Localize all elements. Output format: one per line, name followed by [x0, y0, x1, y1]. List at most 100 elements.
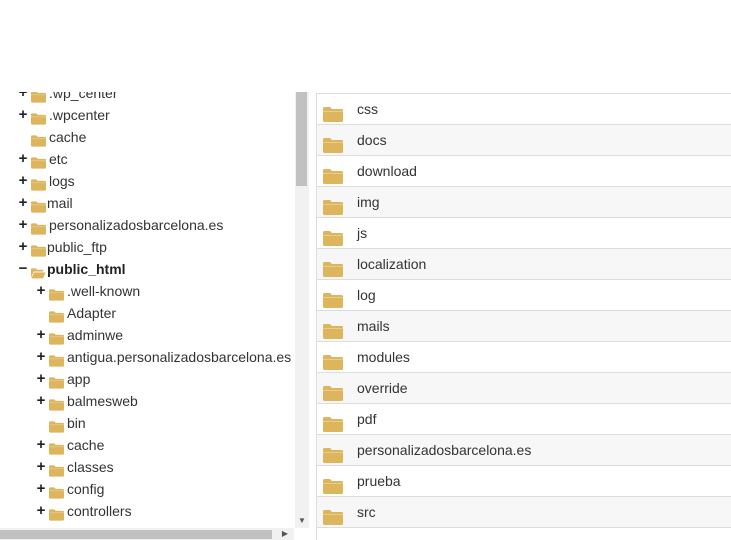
file-row[interactable]: personalizadosbarcelona.es — [317, 434, 731, 465]
file-row[interactable]: override — [317, 372, 731, 403]
expand-icon[interactable]: + — [35, 280, 47, 302]
tree-item-label: app — [67, 371, 91, 387]
tree-horizontal-scrollbar[interactable]: ▶ — [0, 528, 294, 540]
expand-icon[interactable]: + — [17, 104, 29, 126]
folder-icon — [31, 241, 46, 257]
folder-icon — [31, 197, 46, 213]
expand-icon[interactable]: + — [35, 478, 47, 500]
expand-icon[interactable]: + — [17, 92, 29, 104]
file-name: docs — [357, 132, 387, 148]
expand-icon[interactable]: + — [35, 346, 47, 368]
tree-item[interactable]: + mail — [0, 192, 294, 214]
expand-icon[interactable]: + — [17, 170, 29, 192]
expand-icon[interactable]: + — [17, 192, 29, 214]
tree-item-label: balmesweb — [67, 393, 138, 409]
file-row[interactable]: css — [317, 93, 731, 124]
file-name: modules — [357, 349, 410, 365]
folder-icon — [323, 319, 343, 339]
tree-item-label: classes — [67, 459, 114, 475]
tree-item[interactable]: + balmesweb — [0, 390, 294, 412]
folder-icon — [49, 351, 64, 367]
tree-item-label: config — [67, 481, 105, 497]
folder-icon — [323, 288, 343, 308]
folder-icon — [31, 92, 46, 103]
tree-item[interactable]: + .wpcenter — [0, 104, 294, 126]
file-name: mails — [357, 318, 390, 334]
folder-icon — [323, 412, 343, 432]
folder-icon — [323, 133, 343, 153]
file-list: css docs download img js localization log mails… — [316, 93, 731, 540]
tree-item-label: public_ftp — [47, 239, 107, 255]
file-name: localization — [357, 256, 427, 272]
tree-item[interactable]: bin — [0, 412, 294, 434]
folder-icon — [49, 373, 64, 389]
tree-vertical-scrollbar[interactable]: ▼ — [295, 92, 309, 528]
expand-icon[interactable]: + — [17, 214, 29, 236]
folder-icon — [49, 307, 64, 323]
folder-icon — [49, 395, 64, 411]
file-row[interactable]: src — [317, 496, 731, 527]
scroll-right-arrow-icon[interactable]: ▶ — [280, 528, 290, 540]
expand-icon[interactable]: + — [35, 368, 47, 390]
tree-item-label: antigua.personalizadosbarcelona.es — [67, 349, 292, 365]
collapse-icon[interactable]: − — [17, 258, 29, 280]
tree-item[interactable]: + classes — [0, 456, 294, 478]
tree-item[interactable]: + controllers — [0, 500, 294, 522]
tree-item-label: etc — [49, 151, 68, 167]
file-name: src — [357, 504, 376, 520]
tree-item[interactable]: + .well-known — [0, 280, 294, 302]
file-name: override — [357, 380, 408, 396]
file-row[interactable]: docs — [317, 124, 731, 155]
folder-icon — [49, 483, 64, 499]
file-row[interactable]: localization — [317, 248, 731, 279]
file-row[interactable]: mails — [317, 310, 731, 341]
tree-horizontal-scroll-thumb[interactable] — [0, 530, 272, 539]
tree-item[interactable]: + cache — [0, 434, 294, 456]
tree-item-label: public_html — [47, 261, 126, 277]
tree-item[interactable]: − public_html — [0, 258, 294, 280]
expand-icon[interactable]: + — [35, 456, 47, 478]
tree-item-label: controllers — [67, 503, 132, 519]
folder-icon — [49, 329, 64, 345]
file-row[interactable] — [317, 527, 731, 540]
tree-item[interactable]: + antigua.personalizadosbarcelona.es — [0, 346, 294, 368]
scroll-down-arrow-icon[interactable]: ▼ — [295, 516, 309, 526]
expand-icon[interactable]: + — [35, 434, 47, 456]
tree-item-label: bin — [67, 415, 86, 431]
folder-icon — [323, 195, 343, 215]
expand-icon[interactable]: + — [17, 148, 29, 170]
file-row[interactable]: download — [317, 155, 731, 186]
expand-icon[interactable]: + — [17, 236, 29, 258]
expand-icon[interactable]: + — [35, 500, 47, 522]
tree-item-label: cache — [49, 129, 87, 145]
tree-item[interactable]: + adminwe — [0, 324, 294, 346]
tree-item-label: Adapter — [67, 305, 117, 321]
tree-item[interactable]: + public_ftp — [0, 236, 294, 258]
folder-icon — [49, 461, 64, 477]
tree-item[interactable]: cache — [0, 126, 294, 148]
file-name: img — [357, 194, 380, 210]
tree-item[interactable]: Adapter — [0, 302, 294, 324]
tree-item-label: logs — [49, 173, 75, 189]
tree-item[interactable]: + .wp_center — [0, 92, 294, 104]
file-row[interactable]: js — [317, 217, 731, 248]
folder-icon — [31, 109, 46, 125]
tree-vertical-scroll-thumb[interactable] — [296, 92, 307, 186]
tree-item-label: mail — [47, 195, 73, 211]
tree-item[interactable]: + etc — [0, 148, 294, 170]
file-name: js — [357, 225, 368, 241]
file-row[interactable]: log — [317, 279, 731, 310]
file-row[interactable]: modules — [317, 341, 731, 372]
file-row[interactable]: prueba — [317, 465, 731, 496]
file-row[interactable]: img — [317, 186, 731, 217]
folder-icon — [323, 257, 343, 277]
tree-item-label: .wpcenter — [49, 107, 110, 123]
tree-item[interactable]: + logs — [0, 170, 294, 192]
expand-icon[interactable]: + — [35, 324, 47, 346]
file-row[interactable]: pdf — [317, 403, 731, 434]
tree-item[interactable]: + config — [0, 478, 294, 500]
expand-icon[interactable]: + — [35, 390, 47, 412]
folder-icon — [323, 226, 343, 246]
tree-item[interactable]: + app — [0, 368, 294, 390]
tree-item[interactable]: + personalizadosbarcelona.es — [0, 214, 294, 236]
